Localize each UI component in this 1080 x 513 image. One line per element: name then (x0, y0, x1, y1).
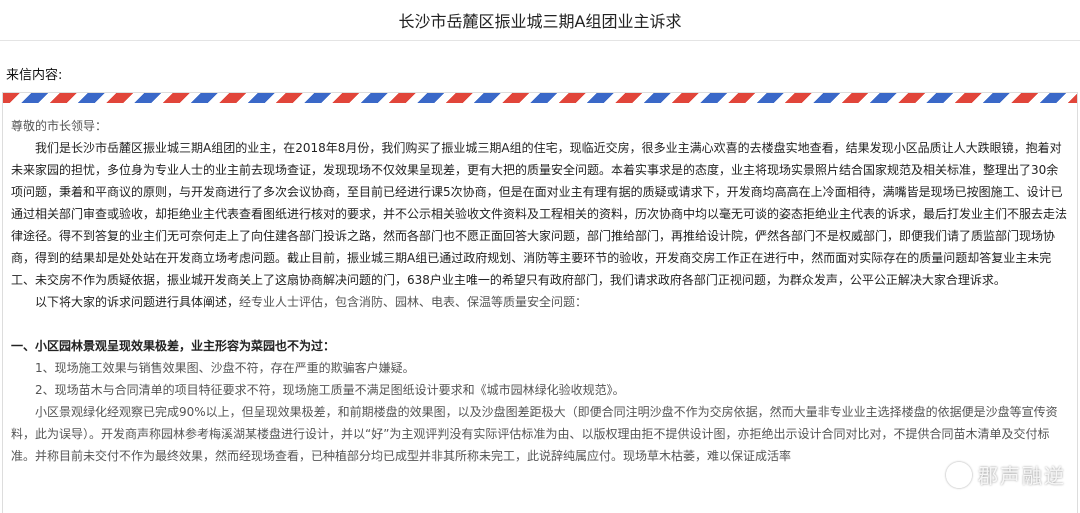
letter-paragraph-2: 以下将大家的诉求问题进行具体阐述，经专业人士评估，包含消防、园林、电表、保温等质… (11, 291, 1069, 313)
letter-label: 来信内容: (6, 68, 63, 83)
watermark: 郡声融逆 (946, 460, 1066, 489)
letter-box: 尊敬的市长领导： 我们是长沙市岳麓区振业城三期A组团的业主，在2018年8月份，… (2, 92, 1078, 513)
letter-greeting: 尊敬的市长领导： (11, 119, 108, 133)
letter-content: 尊敬的市长领导： 我们是长沙市岳麓区振业城三期A组团的业主，在2018年8月份，… (3, 103, 1077, 467)
list-item: 2、现场苗木与合同清单的项目特征要求不符，现场施工质量不满足图纸设计要求和《城市… (35, 383, 625, 397)
page-title: 长沙市岳麓区振业城三期A组团业主诉求 (398, 12, 682, 31)
paragraph-2-main: 以下将大家的诉求问题进行具体阐述， (35, 295, 240, 309)
letter-paragraph-3: 小区景观绿化经观察已完成90%以上，但呈现效果极差，和前期楼盘的效果图，以及沙盘… (11, 405, 1058, 463)
page-header: 长沙市岳麓区振业城三期A组团业主诉求 (0, 0, 1080, 41)
paragraph-2-note: 经专业人士评估，包含消防、园林、电表、保温等质量安全问题： (239, 295, 588, 309)
section-heading-1: 一、小区园林景观呈现效果极差，业主形容为菜园也不为过： (11, 339, 336, 353)
watermark-text: 郡声融逆 (978, 464, 1066, 488)
letter-paragraph-1: 我们是长沙市岳麓区振业城三期A组团的业主，在2018年8月份，我们购买了振业城三… (11, 141, 1068, 287)
airmail-border (3, 93, 1077, 103)
wechat-logo-icon (946, 461, 972, 488)
list-item: 1、现场施工效果与销售效果图、沙盘不符，存在严重的欺骗客户嫌疑。 (35, 361, 415, 375)
